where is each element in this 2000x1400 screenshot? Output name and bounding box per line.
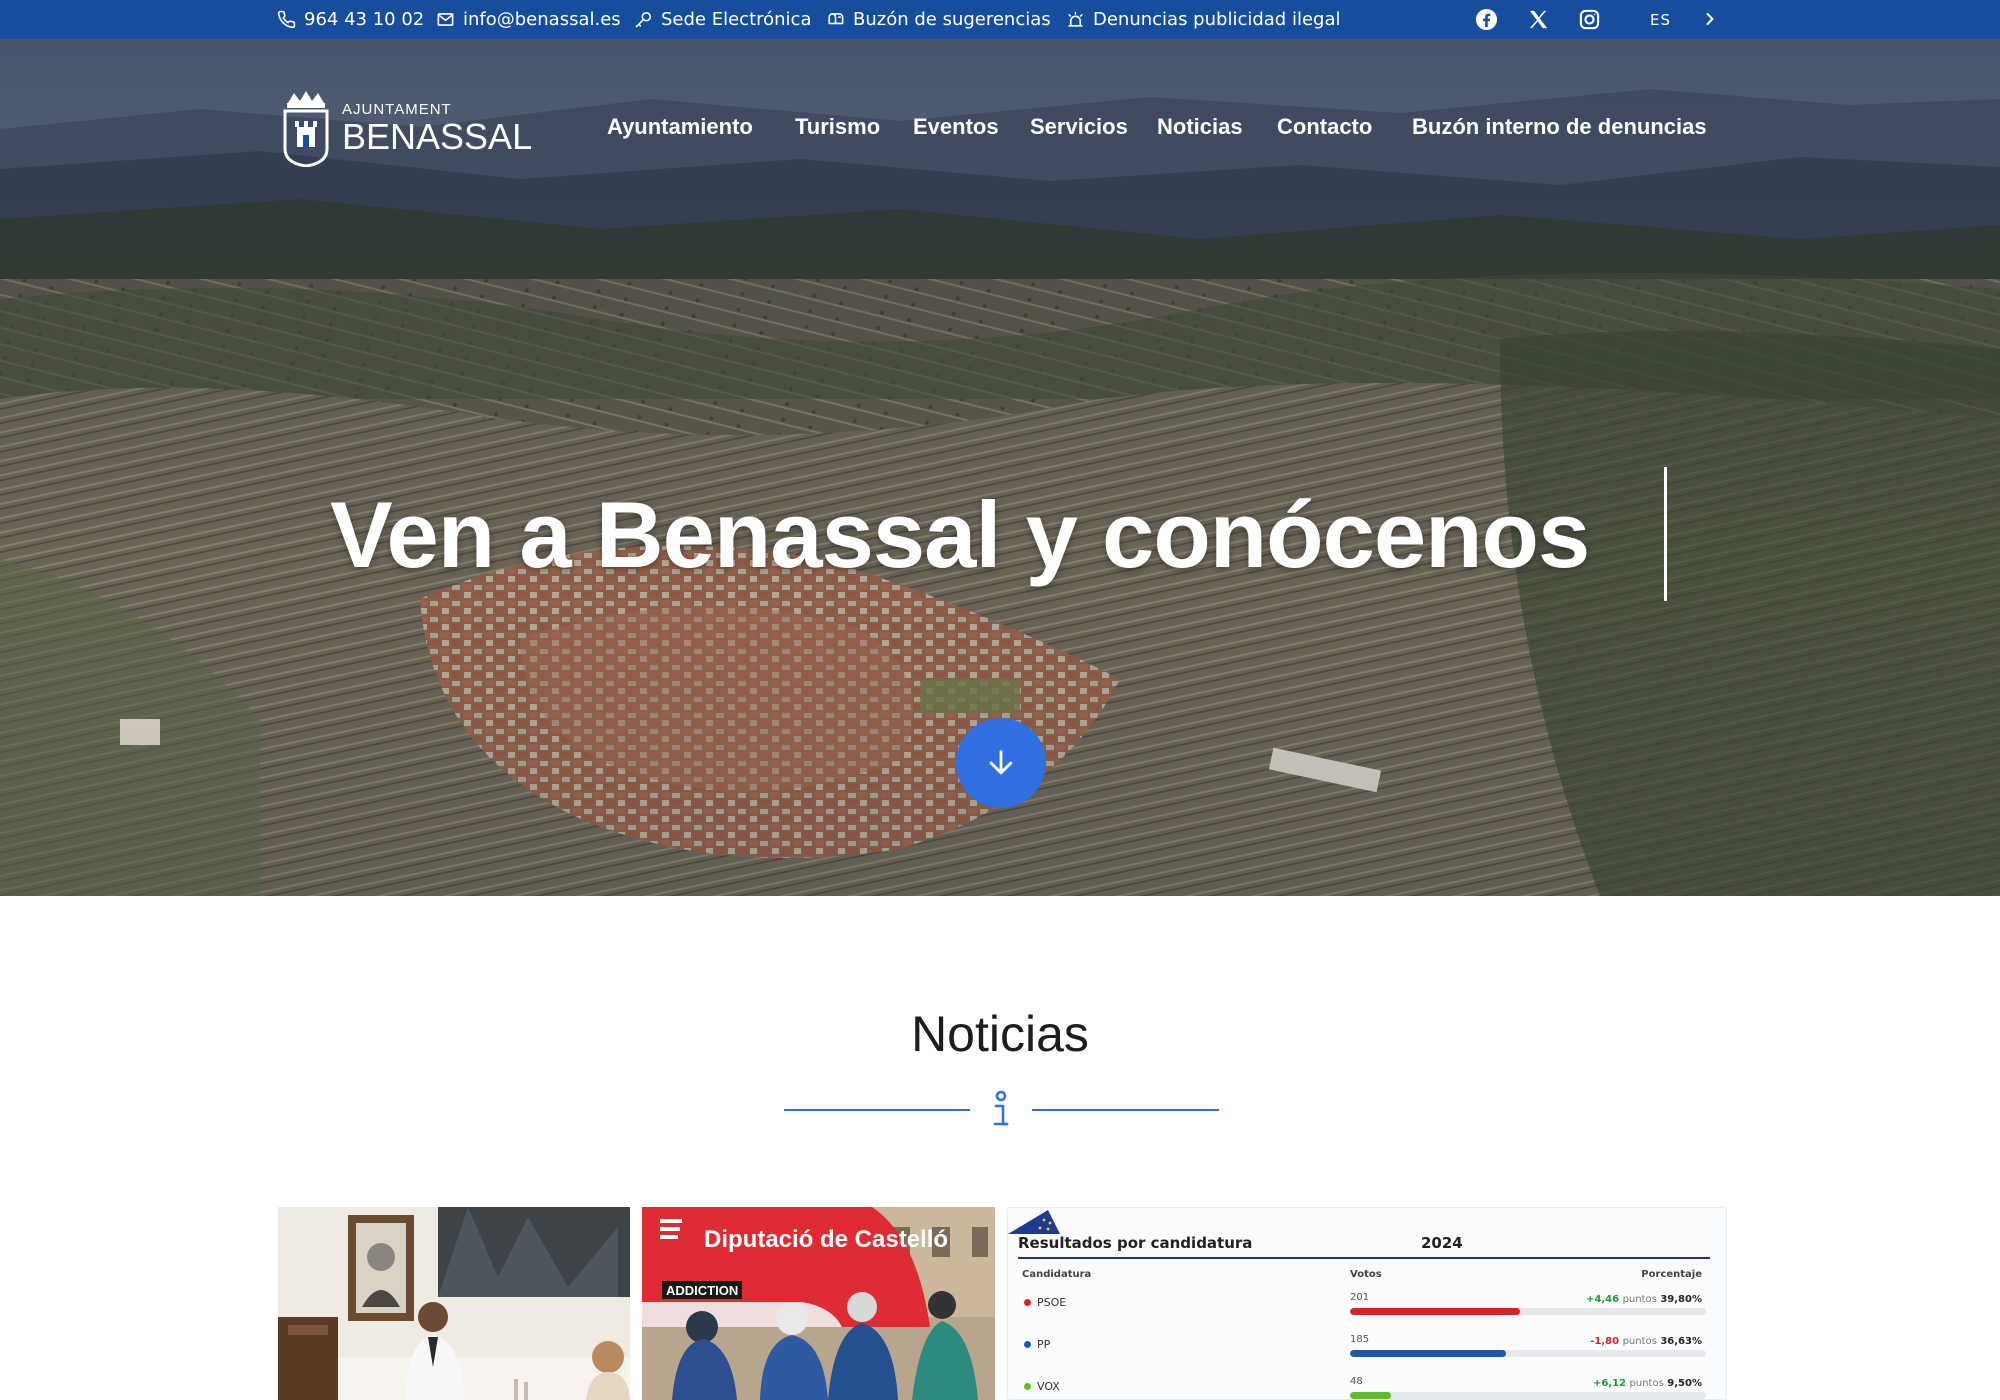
divider-left <box>784 1109 970 1111</box>
delta-unit: puntos <box>1622 1294 1657 1305</box>
party-label: VOX <box>1037 1380 1060 1393</box>
party-color-dot <box>1024 1299 1031 1306</box>
divider-right <box>1032 1109 1219 1111</box>
nav-contacto[interactable]: Contacto <box>1277 105 1372 149</box>
mailbox-icon <box>828 13 844 25</box>
news-card-election-results[interactable]: Resultados por candidatura 2024 Candidat… <box>1007 1207 1727 1400</box>
results-year: 2024 <box>1421 1234 1463 1252</box>
results-heading: Resultados por candidatura <box>1018 1234 1253 1252</box>
email-link[interactable]: info@benassal.es <box>436 0 621 39</box>
instagram-icon <box>1579 9 1600 30</box>
alarm-icon <box>1068 11 1083 27</box>
coat-of-arms-icon <box>283 91 329 167</box>
instagram-link[interactable] <box>1577 7 1602 32</box>
news-section-title: Noticias <box>911 1006 1089 1062</box>
denuncias-label: Denuncias publicidad ilegal <box>1093 9 1341 30</box>
nav-eventos[interactable]: Eventos <box>913 105 999 149</box>
news-card-meeting[interactable] <box>278 1207 630 1400</box>
sede-electronica-link[interactable]: Sede Electrónica <box>634 0 811 39</box>
vote-count: 201 <box>1350 1292 1370 1303</box>
nav-servicios[interactable]: Servicios <box>1030 105 1128 149</box>
sede-label: Sede Electrónica <box>661 9 812 30</box>
x-link[interactable] <box>1526 7 1551 32</box>
nav-noticias[interactable]: Noticias <box>1157 105 1243 149</box>
top-bar: 964 43 10 02 info@benassal.es Sede Elect… <box>0 0 2000 39</box>
vote-bar-fill <box>1350 1308 1520 1315</box>
percentage-value: 39,80% <box>1660 1294 1702 1305</box>
candidate-name: VOX <box>1024 1380 1060 1393</box>
hero-section: AJUNTAMENT BENASSAL Ayuntamiento Turismo… <box>0 39 2000 896</box>
meeting-photo <box>278 1207 630 1400</box>
percentage-value: 9,50% <box>1667 1378 1702 1389</box>
hero-title: Ven a Benassal y conócenos <box>330 482 1590 587</box>
logo-big-text: BENASSAL <box>342 115 533 157</box>
cycling-sign-text: ADDICTION <box>666 1283 738 1298</box>
denuncias-publicidad-link[interactable]: Denuncias publicidad ilegal <box>1066 0 1340 39</box>
chevron-right-icon[interactable] <box>1700 9 1720 29</box>
vote-bar-track <box>1350 1350 1706 1357</box>
party-color-dot <box>1024 1383 1031 1390</box>
mail-icon <box>437 13 454 26</box>
col-candidatura: Candidatura <box>1022 1269 1092 1280</box>
cycling-race-photo: Diputació de Castelló ADDICTION <box>642 1207 995 1400</box>
percentage-value: 36,63% <box>1660 1336 1702 1347</box>
nav-ayuntamiento[interactable]: Ayuntamiento <box>607 105 753 149</box>
col-porcentaje: Porcentaje <box>1641 1269 1702 1280</box>
vote-bar-track <box>1350 1308 1706 1315</box>
nav-buzon-denuncias[interactable]: Buzón interno de denuncias <box>1412 105 1707 149</box>
vote-delta: +6,12 puntos 9,50% <box>1593 1378 1702 1389</box>
info-icon <box>993 1090 1009 1126</box>
vote-count: 48 <box>1350 1376 1363 1387</box>
vote-bar-track <box>1350 1392 1706 1399</box>
candidate-name: PP <box>1024 1338 1050 1351</box>
vote-delta: +4,46 puntos 39,80% <box>1586 1294 1702 1305</box>
party-color-dot <box>1024 1341 1031 1348</box>
delta-value: +6,12 <box>1592 1378 1627 1389</box>
site-logo[interactable]: AJUNTAMENT BENASSAL <box>280 87 532 169</box>
vote-count: 185 <box>1350 1334 1370 1345</box>
phone-label: 964 43 10 02 <box>304 9 425 30</box>
vote-bar-fill <box>1350 1392 1391 1399</box>
candidate-name: PSOE <box>1024 1296 1066 1309</box>
phone-icon <box>277 10 296 29</box>
vote-delta: -1,80 puntos 36,63% <box>1590 1336 1702 1347</box>
delta-unit: puntos <box>1629 1378 1664 1389</box>
news-card-cycling[interactable]: Diputació de Castelló ADDICTION <box>642 1207 995 1400</box>
key-icon <box>635 11 652 28</box>
delta-value: +4,46 <box>1586 1294 1620 1305</box>
language-selector[interactable]: ES <box>1650 0 1671 39</box>
arrow-down-icon <box>989 750 1013 775</box>
delta-unit: puntos <box>1622 1336 1657 1347</box>
eu-flag-icon <box>1008 1210 1060 1234</box>
vote-bar-fill <box>1350 1350 1506 1357</box>
phone-link[interactable]: 964 43 10 02 <box>277 0 424 39</box>
x-icon <box>1529 10 1548 29</box>
email-label: info@benassal.es <box>463 9 621 30</box>
page: { "topbar": { "phone": "964 43 10 02", "… <box>0 0 2000 1400</box>
cycling-banner-text: Diputació de Castelló <box>704 1226 948 1253</box>
facebook-link[interactable] <box>1474 7 1499 32</box>
party-label: PP <box>1037 1338 1051 1351</box>
nav-turismo[interactable]: Turismo <box>795 105 880 149</box>
scroll-down-button[interactable] <box>956 718 1046 808</box>
results-rule <box>1018 1257 1710 1259</box>
logo-small-text: AJUNTAMENT <box>342 100 452 118</box>
party-label: PSOE <box>1037 1296 1067 1309</box>
facebook-icon <box>1475 8 1498 31</box>
delta-value: -1,80 <box>1590 1336 1620 1347</box>
buzon-sugerencias-link[interactable]: Buzón de sugerencias <box>826 0 1051 39</box>
col-votos: Votos <box>1350 1269 1382 1280</box>
buzon-label: Buzón de sugerencias <box>853 9 1051 30</box>
typing-cursor <box>1664 467 1667 601</box>
